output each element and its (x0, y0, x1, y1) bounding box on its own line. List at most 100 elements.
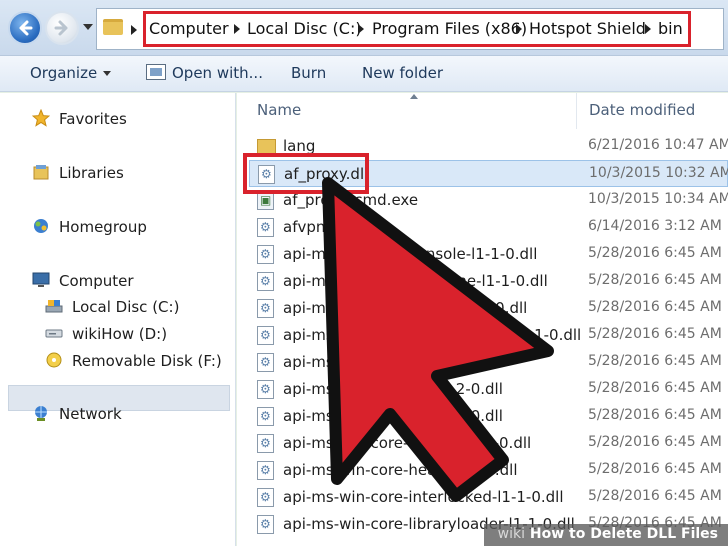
file-row[interactable]: api-ms-win-core-handle-l1-1-0.dll 5/28/2… (249, 430, 728, 457)
dll-file-icon (257, 488, 274, 507)
chevron-down-icon (103, 71, 112, 76)
file-row[interactable]: api-ms-win-core-debug-l1-1-0.dll 5/28/20… (249, 295, 728, 322)
file-name: api-ms-win-core-errorhandling-l1-1-0.dll (283, 326, 582, 344)
file-date: 5/28/2016 6:45 AM (588, 380, 722, 396)
breadcrumb-arrow-icon[interactable] (645, 24, 651, 34)
dll-file-icon (257, 218, 274, 237)
folder-icon (257, 139, 276, 154)
column-header-date-modified[interactable]: Date modified (589, 101, 695, 119)
back-button[interactable] (8, 11, 42, 45)
file-name: api-ms-win-core-file-l1-2-0.dll (283, 380, 503, 398)
file-date: 5/28/2016 6:45 AM (588, 299, 722, 315)
breadcrumb-arrow-icon[interactable] (358, 24, 364, 34)
file-row[interactable]: afvpn.dll 6/14/2016 3:12 AM (249, 214, 728, 241)
address-region: Computer Local Disc (C:) Program Files (… (0, 0, 728, 56)
dll-file-icon (257, 272, 274, 291)
forward-button[interactable] (45, 11, 79, 45)
breadcrumb-computer[interactable]: Computer (149, 19, 229, 38)
removable-disk-icon (45, 351, 63, 369)
burn-label: Burn (291, 64, 327, 82)
new-folder-button[interactable]: New folder (362, 64, 443, 82)
nav-item-local-disc[interactable]: Local Disc (C:) (72, 298, 179, 316)
breadcrumb-hotspot-shield[interactable]: Hotspot Shield (529, 19, 646, 38)
nav-item-libraries[interactable]: Libraries (59, 164, 124, 182)
optical-drive-icon (45, 324, 63, 342)
breadcrumb-local-disc[interactable]: Local Disc (C:) (247, 19, 362, 38)
file-date: 5/28/2016 6:45 AM (588, 407, 722, 423)
file-name: api-ms-win-core-datetime-l1-1-0.dll (283, 272, 548, 290)
file-row[interactable]: api-ms-win-core-datetime-l1-1-0.dll 5/28… (249, 268, 728, 295)
command-toolbar: Organize Open with... Burn New folder (0, 56, 728, 92)
file-name: api-ms-win-core-debug-l1-1-0.dll (283, 299, 528, 317)
file-date: 5/28/2016 6:45 AM (588, 245, 722, 261)
dll-file-icon (257, 515, 274, 534)
column-divider[interactable] (576, 93, 577, 129)
file-row[interactable]: api-ms-win-core-heap-l1-1-0.dll 5/28/201… (249, 457, 728, 484)
file-date: 5/28/2016 6:45 AM (588, 353, 722, 369)
file-date: 10/3/2015 10:32 AM (589, 165, 728, 181)
breadcrumb-arrow-icon[interactable] (131, 25, 137, 35)
watermark-title: How to Delete DLL Files (529, 526, 718, 542)
breadcrumb-arrow-icon[interactable] (234, 24, 240, 34)
nav-item-network[interactable]: Network (59, 405, 122, 423)
file-row[interactable]: api-ms-win-core-interlocked-l1-1-0.dll 5… (249, 484, 728, 511)
watermark-brand: wiki (497, 526, 525, 542)
dll-file-icon (257, 299, 274, 318)
breadcrumb-bin[interactable]: bin (658, 19, 683, 38)
organize-label: Organize (30, 64, 98, 82)
recent-pages-dropdown[interactable] (83, 24, 93, 30)
homegroup-icon (32, 217, 50, 235)
nav-item-wikihow-drive[interactable]: wikiHow (D:) (72, 325, 167, 343)
file-row[interactable]: api-ms-win-core-file-l2-1-0.dll 5/28/201… (249, 403, 728, 430)
dll-file-icon (257, 353, 274, 372)
file-name: api-ms-win-core-handle-l1-1-0.dll (283, 434, 532, 452)
file-date: 6/14/2016 3:12 AM (588, 218, 722, 234)
file-row[interactable]: api-ms-win-core-console-l1-1-0.dll 5/28/… (249, 241, 728, 268)
file-date: 10/3/2015 10:34 AM (588, 191, 728, 207)
star-icon (32, 109, 50, 127)
back-arrow-icon (19, 20, 33, 36)
nav-item-favorites[interactable]: Favorites (59, 110, 127, 128)
file-date: 5/28/2016 6:45 AM (588, 488, 722, 504)
libraries-icon (32, 163, 50, 181)
file-name: api-ms-win-core-interlocked-l1-1-0.dll (283, 488, 564, 506)
dll-file-icon (257, 326, 274, 345)
local-disc-icon (45, 297, 63, 315)
open-with-label: Open with... (172, 64, 263, 82)
breadcrumb-program-files[interactable]: Program Files (x86) (372, 19, 527, 38)
new-folder-label: New folder (362, 64, 444, 82)
dll-file-icon (257, 434, 274, 453)
dll-file-icon (257, 461, 274, 480)
dll-file-icon (257, 380, 274, 399)
dll-file-icon (257, 407, 274, 426)
organize-button[interactable]: Organize (30, 64, 112, 82)
burn-button[interactable]: Burn (291, 64, 326, 82)
nav-item-removable-disk[interactable]: Removable Disk (F:) (72, 352, 222, 370)
open-with-button[interactable]: Open with... (172, 64, 263, 82)
file-name: api-ms-win-core-heap-l1-1-0.dll (283, 461, 518, 479)
file-row[interactable]: api-ms-win-core-errorhandling-l1-1-0.dll… (249, 322, 728, 349)
file-name: api-ms-win-core-console-l1-1-0.dll (283, 245, 538, 263)
navigation-pane: Favorites Libraries Homegroup Computer L… (0, 93, 236, 546)
file-date: 5/28/2016 6:45 AM (588, 326, 722, 342)
file-name: api-ms-win-core-file-l1-1-0.dll (283, 353, 503, 371)
folder-icon (103, 19, 123, 35)
file-date: 6/21/2016 10:47 AM (588, 137, 728, 153)
forward-arrow-icon (54, 20, 68, 36)
open-with-icon (146, 64, 166, 80)
file-date: 5/28/2016 6:45 AM (588, 272, 722, 288)
file-row[interactable]: api-ms-win-core-file-l1-2-0.dll 5/28/201… (249, 376, 728, 403)
nav-item-computer[interactable]: Computer (59, 272, 134, 290)
network-icon (32, 404, 50, 422)
column-header-name[interactable]: Name (257, 101, 301, 119)
sort-ascending-icon (410, 94, 418, 99)
file-date: 5/28/2016 6:45 AM (588, 434, 722, 450)
file-name: api-ms-win-core-file-l2-1-0.dll (283, 407, 503, 425)
nav-item-homegroup[interactable]: Homegroup (59, 218, 147, 236)
computer-icon (32, 271, 50, 289)
wikihow-watermark: wiki How to Delete DLL Files (483, 524, 728, 546)
breadcrumb-arrow-icon[interactable] (516, 24, 522, 34)
file-highlight-box (243, 153, 369, 194)
file-date: 5/28/2016 6:45 AM (588, 461, 722, 477)
file-row[interactable]: api-ms-win-core-file-l1-1-0.dll 5/28/201… (249, 349, 728, 376)
